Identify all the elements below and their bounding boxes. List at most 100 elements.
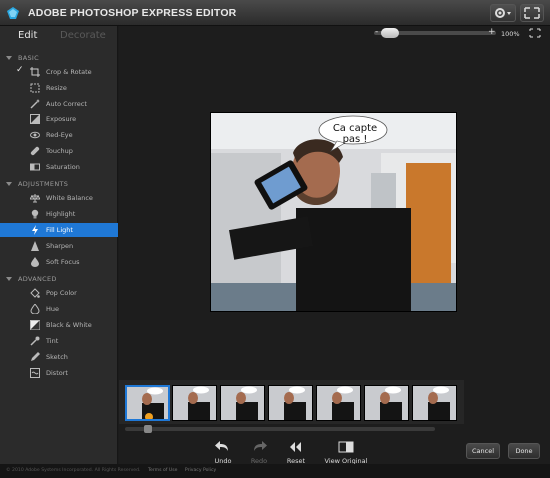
- fullscreen-button[interactable]: [520, 4, 544, 22]
- filmstrip-thumbnail[interactable]: [172, 385, 217, 421]
- tool-hue[interactable]: Hue: [0, 302, 118, 316]
- tools-sidebar: Edit Decorate BASIC ✓ Crop & Rotate Resi…: [0, 26, 118, 464]
- tab-edit[interactable]: Edit: [18, 30, 37, 41]
- tool-label: Black & White: [46, 321, 92, 329]
- reset-icon: [290, 442, 301, 452]
- eyedropper-icon: [30, 336, 40, 346]
- thumbnail-image: [127, 387, 168, 419]
- thumbnail-image: [269, 386, 312, 420]
- tool-label: Saturation: [46, 163, 80, 171]
- collapse-triangle-icon: [6, 182, 12, 186]
- tool-label: Auto Correct: [46, 100, 87, 108]
- tool-label: Resize: [46, 84, 67, 92]
- tool-pop-color[interactable]: Pop Color: [0, 286, 118, 300]
- section-adjustments-label: ADJUSTMENTS: [18, 180, 69, 188]
- tool-label: Highlight: [46, 210, 76, 218]
- tool-touchup[interactable]: Touchup: [0, 144, 118, 158]
- done-button[interactable]: Done: [508, 443, 540, 459]
- filmstrip-thumbnail[interactable]: [268, 385, 313, 421]
- tool-soft-focus[interactable]: Soft Focus: [0, 255, 118, 269]
- redo-icon: [254, 441, 267, 451]
- tool-tint[interactable]: Tint: [0, 334, 118, 348]
- thumbnail-image: [317, 386, 360, 420]
- tool-label: Sharpen: [46, 242, 74, 250]
- thumbnail-image: [365, 386, 408, 420]
- tool-label: Exposure: [46, 115, 77, 123]
- thumbnail-image: [173, 386, 216, 420]
- view-original-button[interactable]: View Original: [318, 441, 374, 465]
- tool-label: Sketch: [46, 353, 68, 361]
- photoshop-express-logo-icon: [7, 7, 19, 19]
- copyright-text: © 2010 Adobe Systems Incorporated. All R…: [6, 468, 141, 473]
- terms-link[interactable]: Terms of Use: [148, 468, 177, 473]
- crop-icon: [30, 67, 40, 77]
- tab-decorate[interactable]: Decorate: [60, 30, 106, 41]
- eye-icon: [30, 131, 40, 139]
- thumbnail-image: [413, 386, 456, 420]
- tool-sketch[interactable]: Sketch: [0, 350, 118, 364]
- hue-icon: [30, 304, 40, 314]
- droplet-icon: [31, 257, 39, 267]
- collapse-triangle-icon: [6, 56, 12, 60]
- collapse-triangle-icon: [6, 277, 12, 281]
- compare-icon: [338, 441, 354, 453]
- gear-icon: [495, 8, 511, 18]
- undo-icon: [215, 441, 228, 451]
- reset-button[interactable]: Reset: [271, 441, 321, 465]
- fit-to-screen-icon[interactable]: [529, 28, 541, 38]
- tool-label: Fill Light: [46, 226, 73, 234]
- title-bar: ADOBE PHOTOSHOP EXPRESS EDITOR: [0, 0, 550, 26]
- cancel-button[interactable]: Cancel: [466, 443, 500, 459]
- filmstrip-thumbnail[interactable]: [412, 385, 457, 421]
- exposure-icon: [30, 114, 40, 124]
- zoom-slider-handle[interactable]: [381, 28, 399, 38]
- checkmark-icon: ✓: [16, 65, 24, 75]
- footer-links: © 2010 Adobe Systems Incorporated. All R…: [6, 468, 222, 473]
- filmstrip-thumbnail[interactable]: [364, 385, 409, 421]
- filmstrip-scrollbar[interactable]: [125, 427, 435, 431]
- tool-red-eye[interactable]: Red-Eye: [0, 128, 118, 142]
- filmstrip-thumbnail[interactable]: [125, 385, 170, 421]
- tool-sharpen[interactable]: Sharpen: [0, 239, 118, 253]
- section-advanced-label: ADVANCED: [18, 275, 57, 283]
- distort-icon: [30, 368, 40, 378]
- filmstrip-thumbnail[interactable]: [316, 385, 361, 421]
- photo-canvas[interactable]: Ca capte pas !: [210, 112, 457, 312]
- tool-label: Pop Color: [46, 289, 77, 297]
- tool-label: Soft Focus: [46, 258, 80, 266]
- tool-white-balance[interactable]: White Balance: [0, 191, 118, 205]
- tool-label: Crop & Rotate: [46, 68, 92, 76]
- scale-balance-icon: [30, 194, 40, 203]
- tool-label: Hue: [46, 305, 60, 313]
- tool-black-white[interactable]: Black & White: [0, 318, 118, 332]
- saturation-icon: [30, 163, 40, 171]
- tool-highlight[interactable]: Highlight: [0, 207, 118, 221]
- filmstrip-thumbnail[interactable]: [220, 385, 265, 421]
- resize-icon: [30, 83, 40, 93]
- tool-saturation[interactable]: Saturation: [0, 160, 118, 174]
- tool-label: Tint: [46, 337, 59, 345]
- mode-tabs: Edit Decorate: [0, 26, 117, 48]
- zoom-in-button[interactable]: +: [488, 27, 496, 37]
- zoom-out-button[interactable]: -: [375, 27, 378, 37]
- section-basic-label: BASIC: [18, 54, 39, 62]
- tool-auto-correct[interactable]: Auto Correct: [0, 97, 118, 111]
- privacy-link[interactable]: Privacy Policy: [185, 468, 216, 473]
- tool-fill-light[interactable]: Fill Light: [0, 223, 118, 237]
- filmstrip-scroll-handle[interactable]: [144, 425, 152, 433]
- tool-resize[interactable]: Resize: [0, 81, 118, 95]
- tool-label: Red-Eye: [46, 131, 73, 139]
- thumbnail-image: [221, 386, 264, 420]
- zoom-percent: 100%: [501, 30, 520, 38]
- black-white-icon: [30, 320, 40, 330]
- tool-distort[interactable]: Distort: [0, 366, 118, 380]
- pencil-icon: [31, 352, 40, 361]
- tool-label: Touchup: [46, 147, 73, 155]
- lightning-bolt-icon: [32, 225, 38, 235]
- speech-bubble-text: Ca capte pas !: [332, 123, 378, 145]
- tool-crop-rotate[interactable]: ✓ Crop & Rotate: [0, 65, 118, 79]
- tool-exposure[interactable]: Exposure: [0, 112, 118, 126]
- tool-label: Distort: [46, 369, 68, 377]
- settings-button[interactable]: [490, 4, 516, 22]
- triangle-icon: [31, 241, 39, 251]
